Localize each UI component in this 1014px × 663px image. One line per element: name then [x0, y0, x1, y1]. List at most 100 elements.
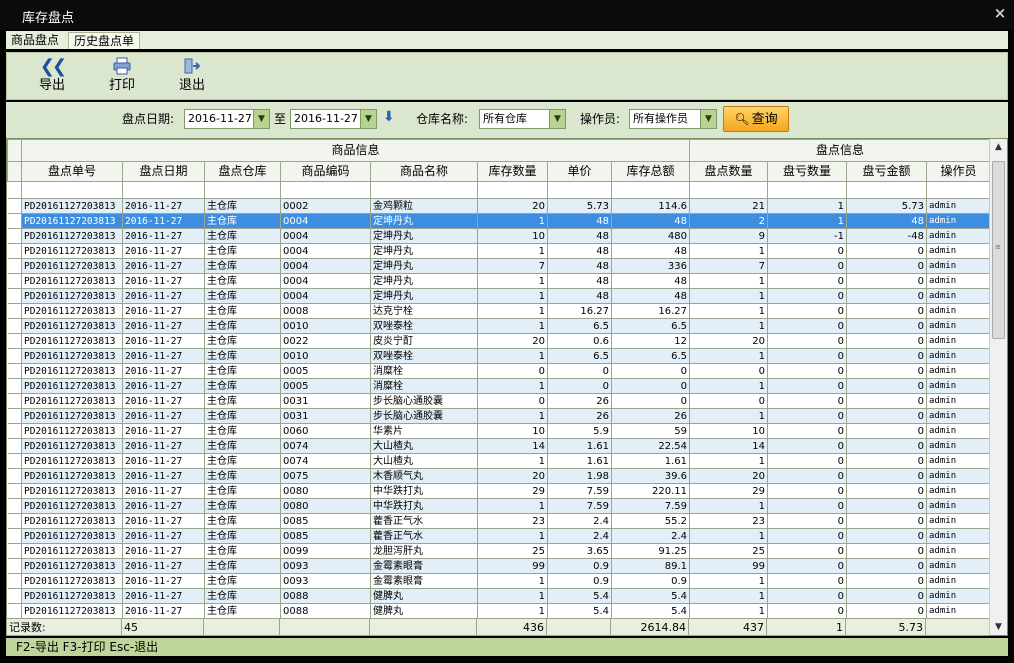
- row-indicator[interactable]: [7, 288, 22, 304]
- column-header[interactable]: 库存总额: [610, 161, 691, 182]
- row-indicator[interactable]: [7, 228, 22, 244]
- table-row[interactable]: PD20161127203813 2016-11-27 主仓库 0005 消糜栓 1 0 0 1…: [7, 378, 992, 394]
- row-indicator[interactable]: [7, 483, 22, 499]
- chevron-down-icon[interactable]: ▼: [253, 110, 269, 128]
- chevron-down-icon[interactable]: ▼: [549, 110, 565, 128]
- table-row[interactable]: PD20161127203813 2016-11-27 主仓库 0088 健脾丸 1 5.4…: [7, 603, 992, 619]
- row-pointer-icon[interactable]: ▶: [7, 213, 22, 229]
- scroll-down-icon[interactable]: ▼: [990, 619, 1007, 635]
- row-indicator[interactable]: [7, 303, 22, 319]
- table-row[interactable]: PD20161127203813 2016-11-27 主仓库 0010 双唑泰栓 1 6.…: [7, 318, 992, 334]
- column-header[interactable]: 库存数量: [477, 161, 548, 182]
- row-indicator[interactable]: [7, 333, 22, 349]
- table-row[interactable]: PD20161127203813 2016-11-27 主仓库 0004 定坤丹丸 1 48…: [7, 243, 992, 259]
- column-header[interactable]: 盘点单号: [21, 161, 123, 182]
- exit-button[interactable]: 退出: [167, 57, 217, 97]
- tab-history-count[interactable]: 历史盘点单: [68, 32, 141, 49]
- column-header[interactable]: 商品编码: [280, 161, 371, 182]
- table-row[interactable]: PD20161127203813 2016-11-27 主仓库 0088 健脾丸 1 5.4…: [7, 588, 992, 604]
- table-row[interactable]: PD20161127203813 2016-11-27 主仓库 0004 定坤丹丸 1 48…: [7, 273, 992, 289]
- row-indicator[interactable]: [7, 363, 22, 379]
- row-indicator[interactable]: [7, 243, 22, 259]
- table-row[interactable]: PD20161127203813 2016-11-27 主仓库 0093 金霉素眼膏 99…: [7, 558, 992, 574]
- column-filter-cell[interactable]: [204, 181, 281, 199]
- table-row[interactable]: PD20161127203813 2016-11-27 主仓库 0004 定坤丹丸 7 48…: [7, 258, 992, 274]
- row-indicator[interactable]: [7, 543, 22, 559]
- tab-goods-count[interactable]: 商品盘点: [6, 32, 64, 49]
- column-filter-cell[interactable]: [122, 181, 205, 199]
- table-row[interactable]: PD20161127203813 2016-11-27 主仓库 0074 大山楂丸 14 1…: [7, 438, 992, 454]
- operator-select[interactable]: 所有操作员 ▼: [629, 109, 717, 129]
- table-row[interactable]: PD20161127203813 2016-11-27 主仓库 0022 皮炎宁酊 20 0…: [7, 333, 992, 349]
- scrollbar-thumb[interactable]: ≡: [992, 161, 1005, 339]
- table-row[interactable]: PD20161127203813 2016-11-27 主仓库 0005 消糜栓 0 0 0 0…: [7, 363, 992, 379]
- row-indicator[interactable]: [7, 393, 22, 409]
- row-indicator[interactable]: [7, 468, 22, 484]
- row-indicator[interactable]: [7, 273, 22, 289]
- column-filter-cell[interactable]: [767, 181, 848, 199]
- column-filter-cell[interactable]: [477, 181, 548, 199]
- row-indicator[interactable]: [7, 558, 22, 574]
- table-row[interactable]: PD20161127203813 2016-11-27 主仓库 0099 龙胆泻肝丸 25…: [7, 543, 992, 559]
- row-indicator[interactable]: [7, 498, 22, 514]
- table-row[interactable]: PD20161127203813 2016-11-27 主仓库 0031 步长脑心通胶囊…: [7, 393, 992, 409]
- date-from-picker[interactable]: 2016-11-27 ▼: [184, 109, 270, 129]
- column-filter-cell[interactable]: [926, 181, 992, 199]
- row-indicator[interactable]: [7, 588, 22, 604]
- date-to-picker[interactable]: 2016-11-27 ▼: [290, 109, 377, 129]
- row-indicator[interactable]: [7, 438, 22, 454]
- column-header[interactable]: 盘点日期: [122, 161, 205, 182]
- table-row[interactable]: PD20161127203813 2016-11-27 主仓库 0075 木香顺气丸 20…: [7, 468, 992, 484]
- row-indicator[interactable]: [7, 408, 22, 424]
- column-filter-cell[interactable]: [610, 181, 691, 199]
- column-filter-cell[interactable]: [689, 181, 769, 199]
- row-indicator[interactable]: [7, 258, 22, 274]
- chevron-down-icon[interactable]: ▼: [700, 110, 716, 128]
- row-indicator[interactable]: [7, 378, 22, 394]
- column-header[interactable]: 单价: [547, 161, 612, 182]
- row-indicator[interactable]: [7, 603, 22, 619]
- table-row[interactable]: PD20161127203813 2016-11-27 主仓库 0004 定坤丹丸 10 4…: [7, 228, 992, 244]
- arrow-down-icon[interactable]: ⬇: [383, 109, 395, 125]
- column-filter-cell[interactable]: [21, 181, 123, 199]
- table-row[interactable]: PD20161127203813 2016-11-27 主仓库 0008 达克宁栓 1 16…: [7, 303, 992, 319]
- table-row[interactable]: PD20161127203813 2016-11-27 主仓库 0060 华素片 10 5.…: [7, 423, 992, 439]
- warehouse-select[interactable]: 所有仓库 ▼: [479, 109, 566, 129]
- row-indicator[interactable]: [7, 453, 22, 469]
- table-row[interactable]: PD20161127203813 2016-11-27 主仓库 0074 大山楂丸 1 1.…: [7, 453, 992, 469]
- table-row[interactable]: PD20161127203813 2016-11-27 主仓库 0031 步长脑心通胶囊…: [7, 408, 992, 424]
- close-icon[interactable]: ×: [992, 5, 1008, 21]
- table-row[interactable]: PD20161127203813 2016-11-27 主仓库 0085 藿香正气水 23…: [7, 513, 992, 529]
- chevron-down-icon[interactable]: ▼: [360, 110, 376, 128]
- column-filter-cell[interactable]: [547, 181, 612, 199]
- row-indicator[interactable]: [7, 423, 22, 439]
- column-header[interactable]: 盘亏金额: [846, 161, 928, 182]
- table-row[interactable]: ▶ PD20161127203813 2016-11-27 主仓库 0004 定坤丹丸 1 4…: [7, 213, 992, 229]
- table-row[interactable]: PD20161127203813 2016-11-27 主仓库 0010 双唑泰栓 1 6.…: [7, 348, 992, 364]
- row-indicator[interactable]: [7, 348, 22, 364]
- column-header[interactable]: 商品名称: [370, 161, 478, 182]
- table-row[interactable]: PD20161127203813 2016-11-27 主仓库 0004 定坤丹丸 1 48…: [7, 288, 992, 304]
- row-indicator[interactable]: [7, 318, 22, 334]
- row-indicator[interactable]: [7, 528, 22, 544]
- column-header[interactable]: 操作员: [926, 161, 992, 182]
- print-button[interactable]: 打印: [97, 57, 147, 97]
- table-row[interactable]: PD20161127203813 2016-11-27 主仓库 0085 藿香正气水 1 2…: [7, 528, 992, 544]
- vertical-scrollbar[interactable]: ▲ ≡ ▼: [989, 139, 1007, 635]
- column-filter-cell[interactable]: [846, 181, 928, 199]
- scroll-up-icon[interactable]: ▲: [990, 139, 1007, 155]
- table-row[interactable]: PD20161127203813 2016-11-27 主仓库 0002 金鸡颗粒 20 5…: [7, 198, 992, 214]
- row-indicator[interactable]: [7, 198, 22, 214]
- row-indicator[interactable]: [7, 513, 22, 529]
- export-button[interactable]: ❮❮ 导出: [27, 57, 77, 97]
- table-row[interactable]: PD20161127203813 2016-11-27 主仓库 0080 中华跌打丸 29…: [7, 483, 992, 499]
- column-header[interactable]: 盘点数量: [689, 161, 769, 182]
- table-row[interactable]: PD20161127203813 2016-11-27 主仓库 0080 中华跌打丸 1 7…: [7, 498, 992, 514]
- query-button[interactable]: 🔍︎ 查询: [723, 106, 789, 132]
- column-header[interactable]: 盘亏数量: [767, 161, 848, 182]
- column-filter-cell[interactable]: [280, 181, 371, 199]
- column-filter-cell[interactable]: [370, 181, 478, 199]
- row-indicator[interactable]: [7, 573, 22, 589]
- table-row[interactable]: PD20161127203813 2016-11-27 主仓库 0093 金霉素眼膏 1 0…: [7, 573, 992, 589]
- column-header[interactable]: 盘点仓库: [204, 161, 281, 182]
